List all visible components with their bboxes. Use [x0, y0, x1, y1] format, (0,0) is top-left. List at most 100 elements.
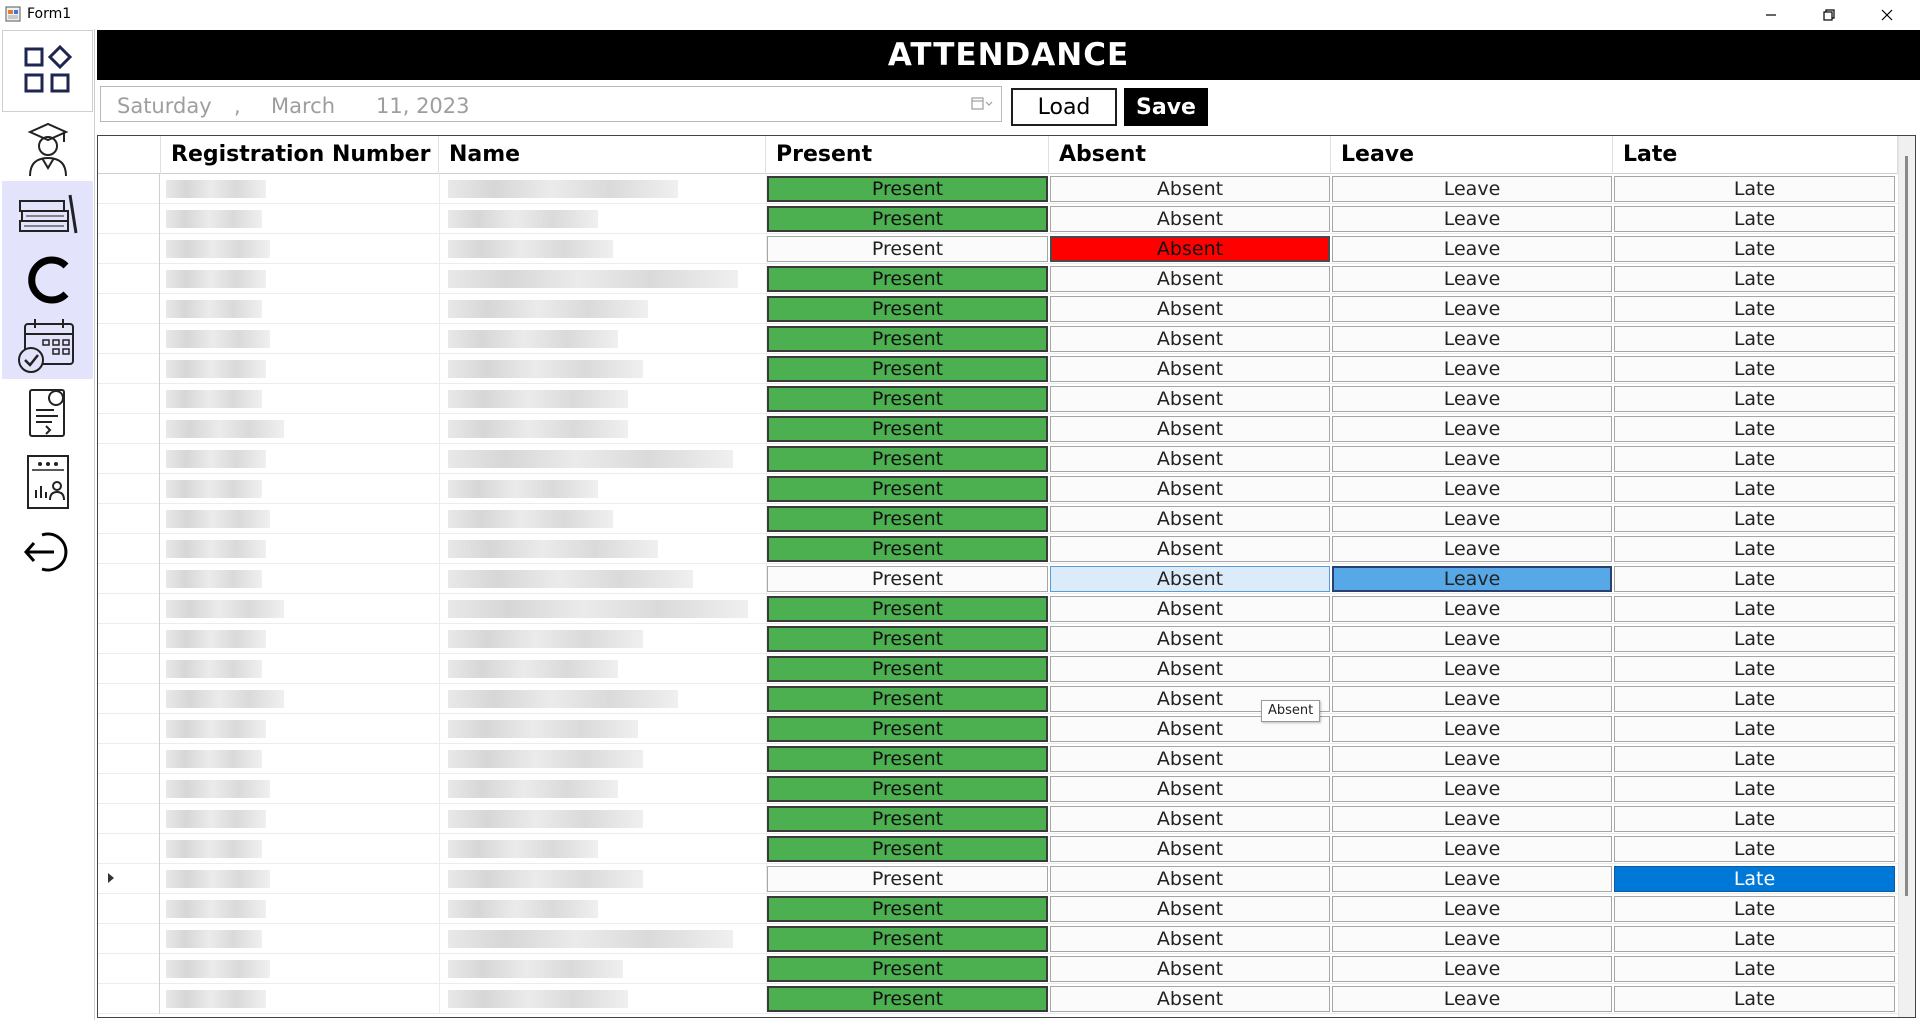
late-button[interactable]: Late: [1614, 746, 1895, 772]
absent-button[interactable]: Absent: [1050, 176, 1330, 202]
present-button[interactable]: Present: [767, 896, 1048, 922]
sidebar-item-class[interactable]: [2, 247, 93, 313]
row-header[interactable]: [98, 984, 160, 1014]
leave-button[interactable]: Leave: [1332, 326, 1612, 352]
attendance-date-picker[interactable]: Saturday , March 11, 2023: [100, 86, 1002, 122]
present-button[interactable]: Present: [767, 656, 1048, 682]
present-button[interactable]: Present: [767, 926, 1048, 952]
late-button[interactable]: Late: [1614, 716, 1895, 742]
absent-button[interactable]: Absent: [1050, 266, 1330, 292]
table-row[interactable]: Present Absent Leave Late: [98, 534, 1898, 564]
row-header[interactable]: [98, 324, 160, 354]
leave-button[interactable]: Leave: [1332, 206, 1612, 232]
table-row[interactable]: Present Absent Leave Late: [98, 774, 1898, 804]
absent-button[interactable]: Absent: [1050, 566, 1330, 592]
absent-button[interactable]: Absent: [1050, 536, 1330, 562]
row-header[interactable]: [98, 714, 160, 744]
row-header[interactable]: [98, 954, 160, 984]
row-header[interactable]: [98, 684, 160, 714]
absent-button[interactable]: Absent: [1050, 506, 1330, 532]
present-button[interactable]: Present: [767, 356, 1048, 382]
absent-button[interactable]: Absent: [1050, 206, 1330, 232]
table-row[interactable]: Present Absent Leave Late: [98, 204, 1898, 234]
absent-button[interactable]: Absent: [1050, 386, 1330, 412]
absent-button[interactable]: Absent: [1050, 446, 1330, 472]
absent-button[interactable]: Absent: [1050, 896, 1330, 922]
leave-button[interactable]: Leave: [1332, 566, 1612, 592]
leave-button[interactable]: Leave: [1332, 956, 1612, 982]
sidebar-item-dashboard[interactable]: [2, 30, 93, 112]
restore-button[interactable]: [1800, 0, 1858, 29]
leave-button[interactable]: Leave: [1332, 716, 1612, 742]
row-header[interactable]: [98, 654, 160, 684]
late-button[interactable]: Late: [1614, 206, 1895, 232]
absent-button[interactable]: Absent: [1050, 926, 1330, 952]
late-button[interactable]: Late: [1614, 596, 1895, 622]
absent-button[interactable]: Absent: [1050, 836, 1330, 862]
absent-button[interactable]: Absent: [1050, 956, 1330, 982]
sidebar-item-logout[interactable]: [2, 519, 93, 585]
leave-button[interactable]: Leave: [1332, 926, 1612, 952]
sidebar-item-books[interactable]: [2, 181, 93, 247]
table-row[interactable]: Present Absent Leave Late: [98, 234, 1898, 264]
late-button[interactable]: Late: [1614, 476, 1895, 502]
present-button[interactable]: Present: [767, 446, 1048, 472]
present-button[interactable]: Present: [767, 596, 1048, 622]
late-button[interactable]: Late: [1614, 956, 1895, 982]
row-header[interactable]: [98, 444, 160, 474]
leave-button[interactable]: Leave: [1332, 806, 1612, 832]
table-row[interactable]: Present Absent Leave Late: [98, 294, 1898, 324]
late-button[interactable]: Late: [1614, 356, 1895, 382]
leave-button[interactable]: Leave: [1332, 596, 1612, 622]
row-header[interactable]: [98, 864, 160, 894]
present-button[interactable]: Present: [767, 476, 1048, 502]
leave-button[interactable]: Leave: [1332, 656, 1612, 682]
table-row[interactable]: Present Absent Leave Late: [98, 264, 1898, 294]
row-header[interactable]: [98, 354, 160, 384]
row-header[interactable]: [98, 804, 160, 834]
column-header-late[interactable]: Late: [1613, 136, 1898, 174]
table-row[interactable]: Present Absent Leave Late: [98, 684, 1898, 714]
row-header[interactable]: [98, 174, 160, 204]
present-button[interactable]: Present: [767, 806, 1048, 832]
row-header[interactable]: [98, 924, 160, 954]
row-header[interactable]: [98, 414, 160, 444]
late-button[interactable]: Late: [1614, 296, 1895, 322]
present-button[interactable]: Present: [767, 386, 1048, 412]
late-button[interactable]: Late: [1614, 986, 1895, 1012]
row-header[interactable]: [98, 294, 160, 324]
absent-button[interactable]: Absent: [1050, 356, 1330, 382]
row-header[interactable]: [98, 204, 160, 234]
present-button[interactable]: Present: [767, 506, 1048, 532]
late-button[interactable]: Late: [1614, 266, 1895, 292]
leave-button[interactable]: Leave: [1332, 986, 1612, 1012]
row-header[interactable]: [98, 624, 160, 654]
late-button[interactable]: Late: [1614, 836, 1895, 862]
leave-button[interactable]: Leave: [1332, 866, 1612, 892]
late-button[interactable]: Late: [1614, 236, 1895, 262]
table-row[interactable]: Present Absent Leave Late: [98, 174, 1898, 204]
save-button[interactable]: Save: [1124, 88, 1208, 126]
load-button[interactable]: Load: [1011, 88, 1117, 126]
leave-button[interactable]: Leave: [1332, 776, 1612, 802]
table-row[interactable]: Present Absent Leave Late: [98, 954, 1898, 984]
row-header[interactable]: [98, 894, 160, 924]
absent-button[interactable]: Absent: [1050, 866, 1330, 892]
leave-button[interactable]: Leave: [1332, 686, 1612, 712]
absent-button[interactable]: Absent: [1050, 326, 1330, 352]
calendar-dropdown-button[interactable]: [971, 96, 993, 112]
row-header[interactable]: [98, 264, 160, 294]
table-row[interactable]: Present Absent Leave Late: [98, 354, 1898, 384]
late-button[interactable]: Late: [1614, 416, 1895, 442]
leave-button[interactable]: Leave: [1332, 836, 1612, 862]
present-button[interactable]: Present: [767, 566, 1048, 592]
absent-button[interactable]: Absent: [1050, 746, 1330, 772]
late-button[interactable]: Late: [1614, 536, 1895, 562]
late-button[interactable]: Late: [1614, 896, 1895, 922]
leave-button[interactable]: Leave: [1332, 506, 1612, 532]
late-button[interactable]: Late: [1614, 686, 1895, 712]
absent-button[interactable]: Absent: [1050, 416, 1330, 442]
present-button[interactable]: Present: [767, 266, 1048, 292]
late-button[interactable]: Late: [1614, 656, 1895, 682]
leave-button[interactable]: Leave: [1332, 176, 1612, 202]
